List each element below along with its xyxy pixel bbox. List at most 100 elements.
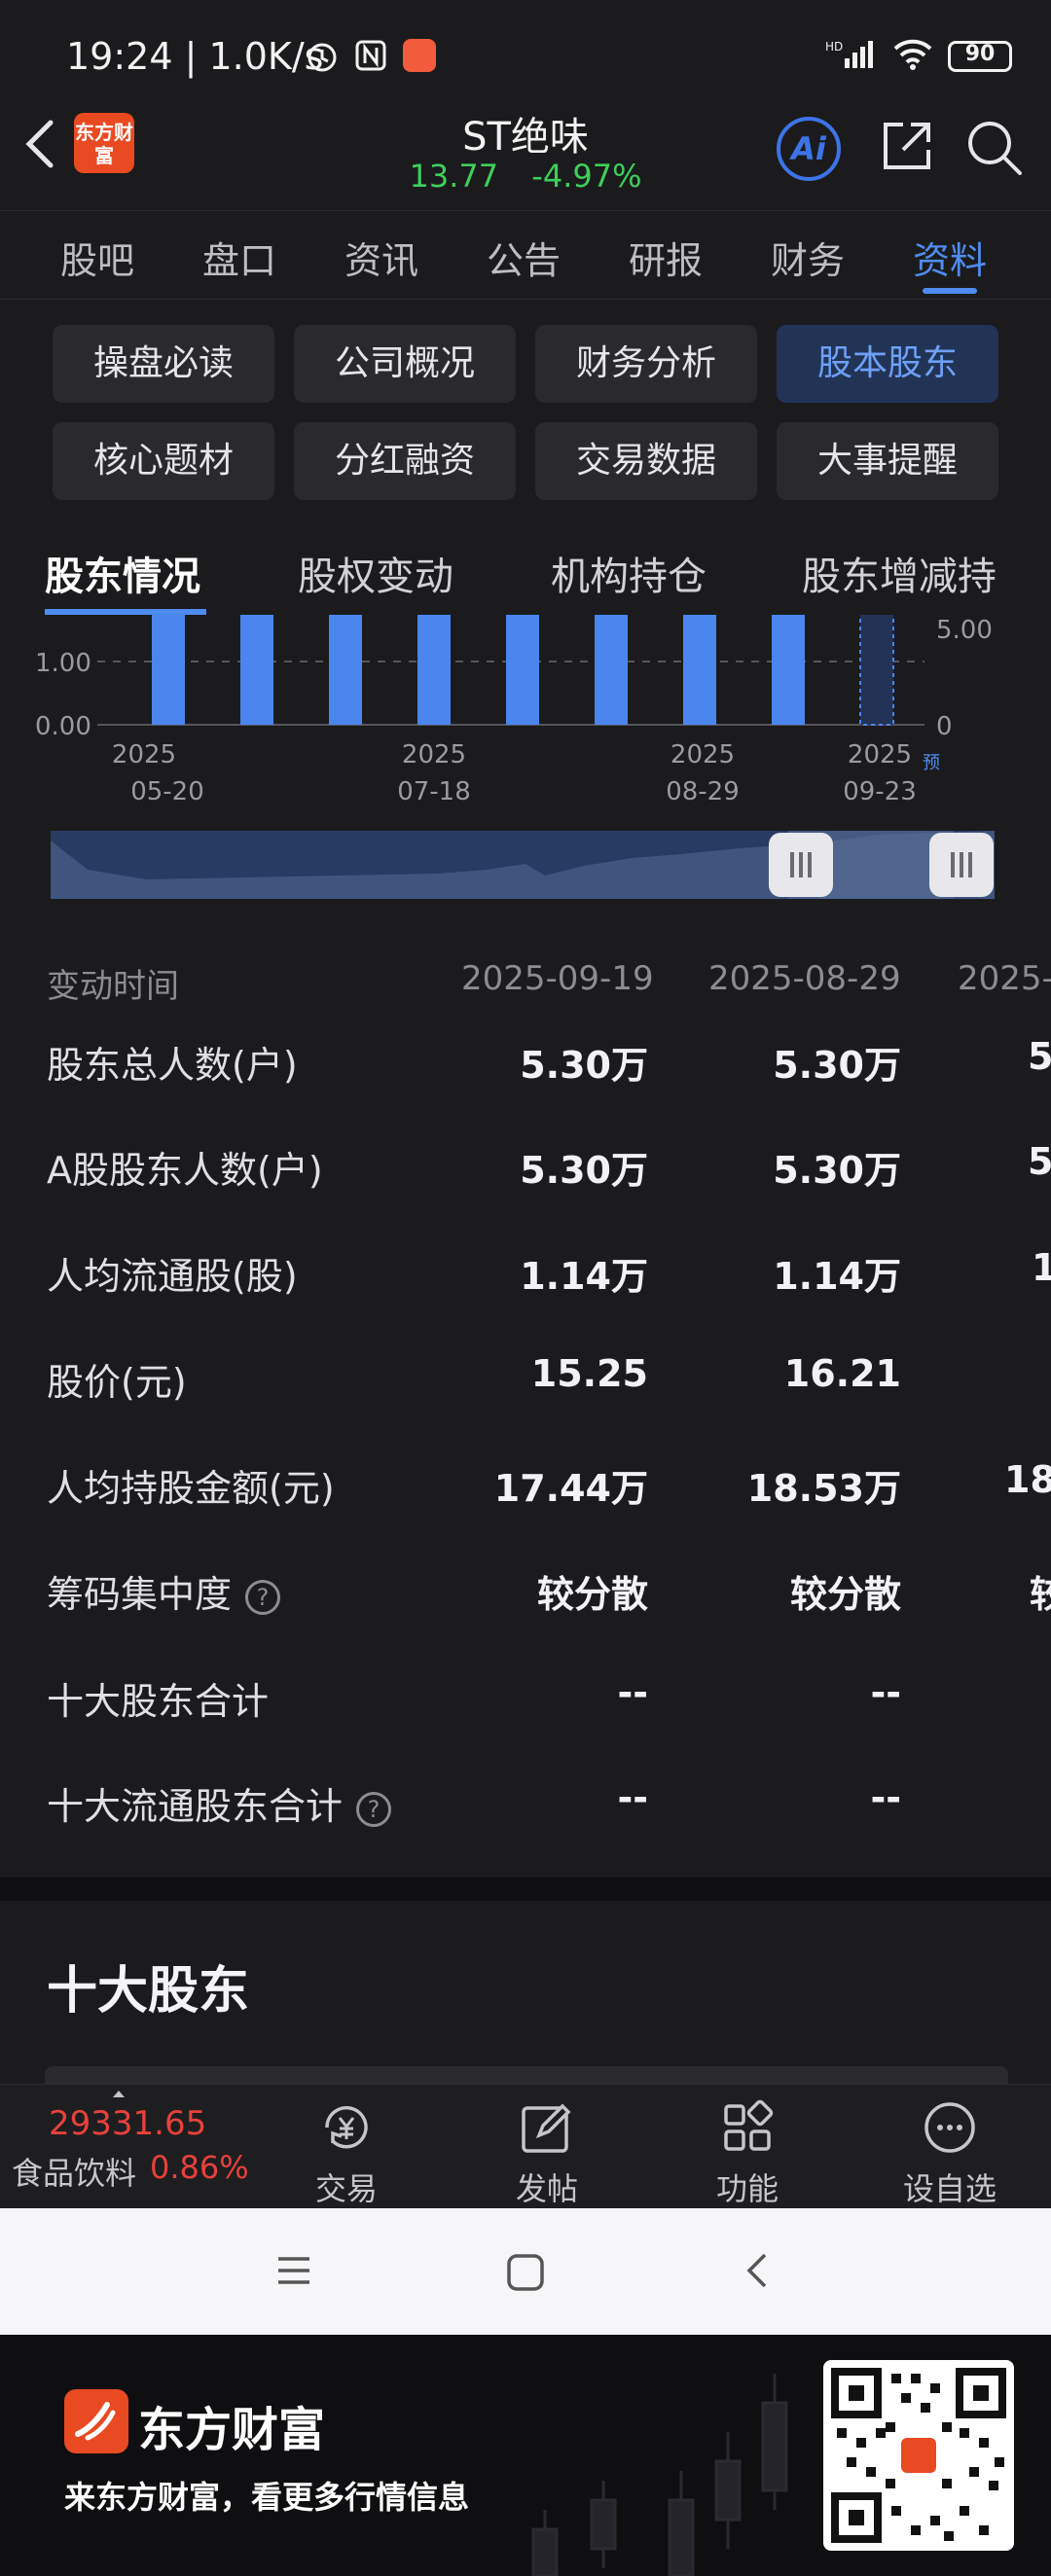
stock-change: -4.97%: [531, 158, 642, 195]
row-label-top10-total: 十大股东合计: [47, 1680, 270, 1723]
sector-index-name: 食品饮料: [12, 2155, 137, 2192]
table-cell: 18: [1004, 1458, 1051, 1501]
tab-announcements[interactable]: 公告: [487, 231, 561, 284]
add-watchlist-label: 设自选: [902, 2170, 997, 2207]
chevron-up-icon: [113, 2091, 125, 2097]
stock-header: 东方财富 ST绝味 13.77 -4.97% Ai: [0, 93, 1051, 208]
table-cell: 5.30万: [520, 1044, 648, 1087]
promo-footer: 东方财富 来东方财富，看更多行情信息: [0, 2335, 1051, 2576]
forecast-bar: [859, 615, 894, 726]
stock-price: 13.77: [409, 158, 499, 195]
chip-core-themes[interactable]: 核心题材: [53, 422, 274, 500]
tab-profile[interactable]: 资料: [913, 231, 987, 284]
chip-financial-analysis[interactable]: 财务分析: [535, 325, 757, 403]
brand-slogan: 来东方财富，看更多行情信息: [64, 2479, 470, 2516]
sector-index-value: 29331.65: [49, 2104, 207, 2143]
table-cell: 5.30万: [520, 1149, 648, 1192]
table-cell: 15.25: [530, 1352, 648, 1395]
chart-bar: [772, 615, 805, 725]
tab-research[interactable]: 研报: [629, 231, 703, 284]
chip-company-overview[interactable]: 公司概况: [294, 325, 516, 403]
tab-news[interactable]: 资讯: [344, 231, 418, 284]
status-time: 19:24 | 1.0K/s: [66, 35, 324, 78]
edit-icon: [522, 2103, 571, 2153]
table-cell: 5: [1028, 1035, 1051, 1078]
nfc-icon: [352, 37, 389, 78]
chart-bar: [329, 615, 362, 725]
table-date-col3: 2025-: [958, 959, 1051, 998]
table-cell: 1: [1032, 1246, 1051, 1289]
table-cell: 5: [1028, 1140, 1051, 1183]
row-label-text: 十大流通股东合计: [47, 1785, 344, 1828]
left-tick-zero: 0.00: [35, 712, 91, 741]
x-tick-date: 05-20: [130, 777, 204, 806]
battery-level: 90: [964, 42, 996, 66]
tab-finance[interactable]: 财务: [771, 231, 845, 284]
app-notification-icon: [403, 39, 436, 72]
chart-bar: [595, 615, 628, 725]
x-tick-year: 2025: [112, 740, 176, 769]
search-icon[interactable]: [963, 117, 1026, 179]
more-icon: [924, 2102, 975, 2153]
chip-dividends[interactable]: 分红融资: [294, 422, 516, 500]
battery-icon: 90: [948, 41, 1012, 72]
row-label-share-price: 股价(元): [47, 1361, 187, 1404]
table-cell: 1.14万: [773, 1255, 901, 1298]
row-label-holding-value: 人均持股金额(元): [47, 1467, 335, 1510]
help-icon[interactable]: ?: [245, 1579, 281, 1615]
right-tick-upper: 5.00: [936, 616, 993, 645]
x-tick-year: 2025: [848, 740, 912, 769]
range-handle-right[interactable]: [929, 833, 994, 897]
table-cell: 5.30万: [773, 1044, 901, 1087]
trade-label: 交易: [314, 2170, 378, 2207]
chip-events[interactable]: 大事提醒: [777, 422, 998, 500]
bars-group: [152, 615, 894, 726]
tab-holder-changes[interactable]: 股东增减持: [802, 545, 997, 601]
forecast-mark: 预: [923, 753, 940, 773]
x-tick-date: 08-29: [666, 777, 740, 806]
tab-equity-change[interactable]: 股权变动: [298, 545, 453, 601]
chart-bar: [417, 615, 451, 725]
x-tick-date: 07-18: [397, 777, 471, 806]
row-label-top10-float-total: 十大流通股东合计?: [47, 1776, 392, 1830]
table-cell: 1.14万: [520, 1255, 648, 1298]
brand-name: 东方财富: [138, 2403, 326, 2457]
post-label: 发帖: [515, 2170, 578, 2207]
back-nav-icon[interactable]: [738, 2251, 777, 2294]
table-cell: 18.53万: [746, 1467, 901, 1510]
chart-bar: [506, 615, 539, 725]
table-cell: --: [617, 1776, 648, 1819]
tab-active-indicator: [923, 288, 977, 294]
tab-institution-holdings[interactable]: 机构持仓: [551, 545, 707, 601]
range-handle-left[interactable]: [769, 833, 833, 897]
chip-share-capital[interactable]: 股本股东: [777, 325, 998, 403]
table-cell: 较: [1030, 1573, 1051, 1616]
table-date-col1: 2025-09-19: [461, 959, 654, 998]
chip-trading-must-read[interactable]: 操盘必读: [53, 325, 274, 403]
row-label-a-share-holders: A股股东人数(户): [47, 1149, 323, 1192]
trade-icon: [325, 2106, 368, 2149]
share-icon[interactable]: [876, 117, 936, 177]
section-divider: [0, 1878, 1051, 1901]
sector-index-widget[interactable]: 29331.65 食品饮料 0.86%: [0, 2085, 263, 2209]
system-nav-bar: [0, 2208, 1051, 2335]
table-date-col2: 2025-08-29: [708, 959, 901, 998]
grid-icon: [724, 2099, 774, 2151]
chip-trading-data[interactable]: 交易数据: [535, 422, 757, 500]
row-label-float-per-holder: 人均流通股(股): [47, 1255, 298, 1298]
chart-bar: [240, 615, 273, 725]
tab-guba[interactable]: 股吧: [60, 231, 134, 284]
top10-tab-strip-hint: [45, 2066, 1008, 2084]
home-icon[interactable]: [506, 2253, 545, 2296]
bar-chart-svg: 1.00 0.00 5.00 0 2025 05-20 2025 07-18 2…: [35, 615, 995, 899]
ai-assistant-button[interactable]: Ai: [777, 117, 841, 181]
tab-shareholder-status[interactable]: 股东情况: [45, 545, 200, 601]
main-tabs: 股吧 盘口 资讯 公告 研报 财务 资料: [0, 210, 1051, 300]
qr-code: [823, 2360, 1014, 2551]
table-cell: --: [870, 1776, 901, 1819]
shareholder-chart: 1.00 0.00 5.00 0 2025 05-20 2025 07-18 2…: [0, 615, 1051, 907]
menu-icon[interactable]: [274, 2251, 313, 2294]
tab-pankou[interactable]: 盘口: [202, 231, 276, 284]
eastmoney-brand-logo: [64, 2389, 128, 2453]
help-icon[interactable]: ?: [356, 1791, 392, 1827]
